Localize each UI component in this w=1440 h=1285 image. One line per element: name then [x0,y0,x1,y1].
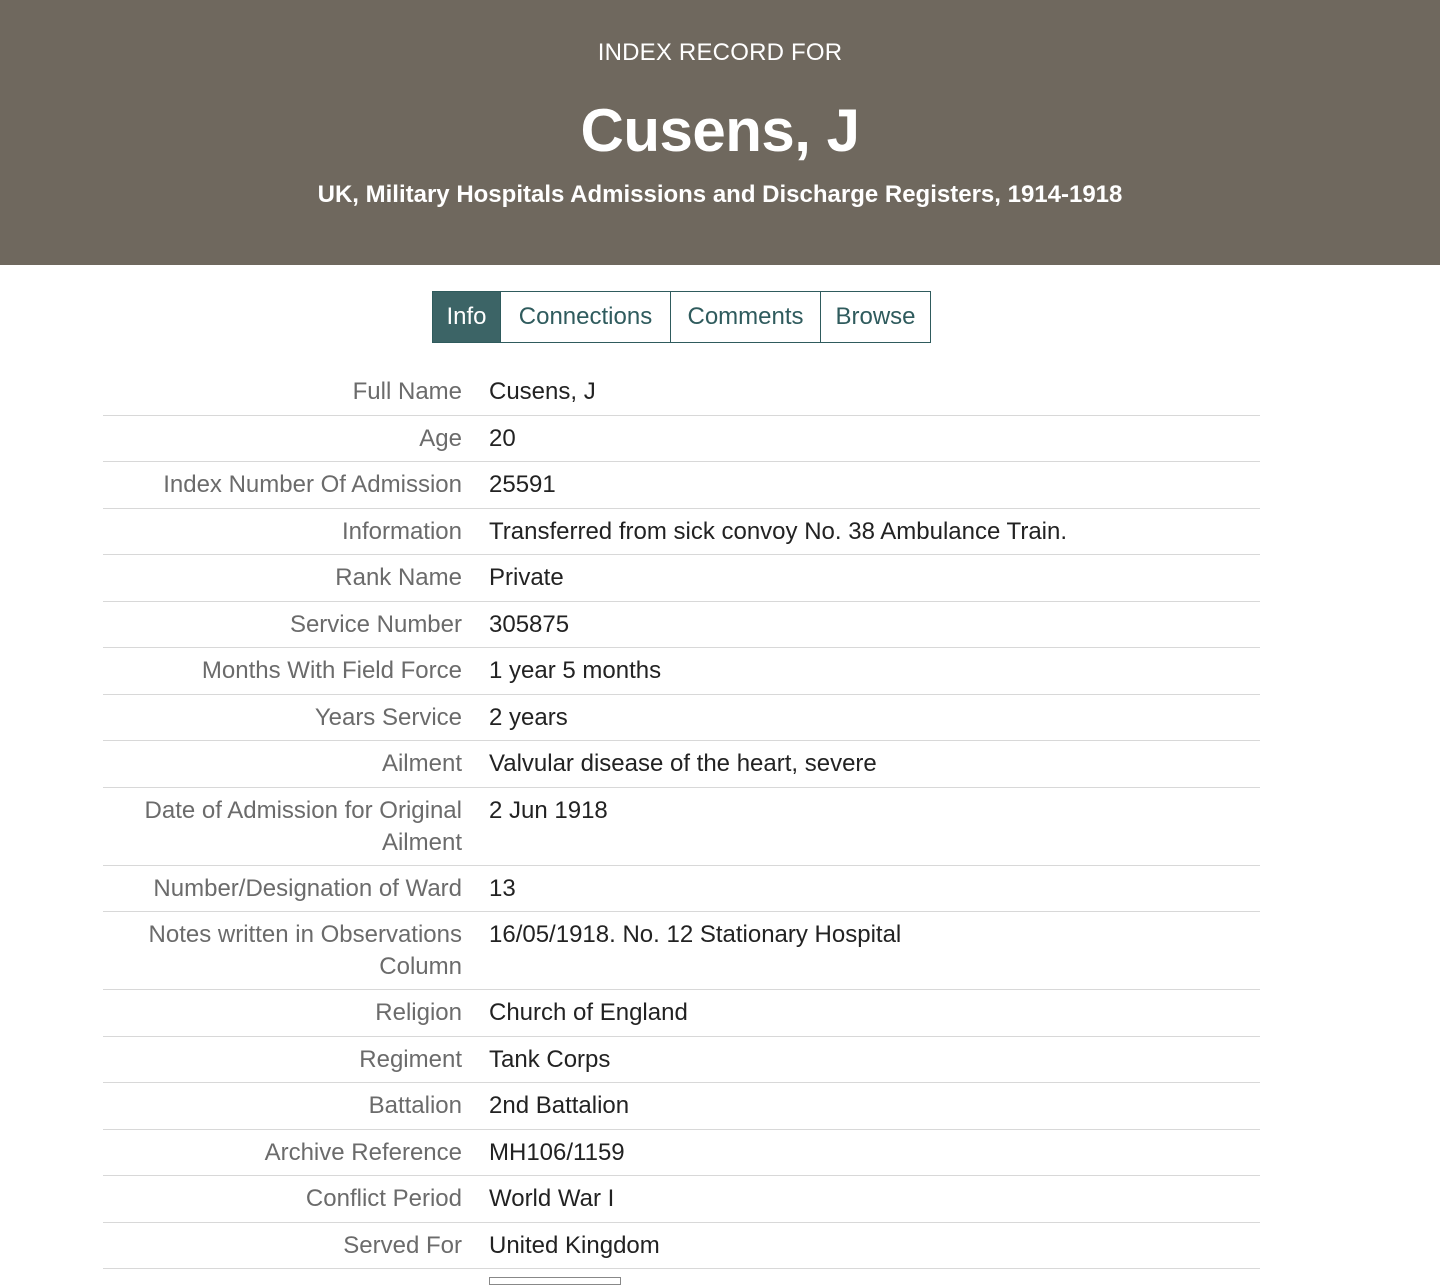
field-row-archive-reference: Archive Reference MH106/1159 [103,1130,1260,1176]
field-label: Ailment [381,750,462,777]
field-row-years-service: Years Service 2 years [103,695,1260,741]
field-label: Date of Admission for Original Ailment [144,796,462,856]
record-details-table: Full Name Cusens, J Age 20 Index Number … [103,369,1260,1269]
field-value: MH106/1159 [489,1138,625,1166]
record-eyebrow: INDEX RECORD FOR [597,39,843,66]
field-label: Full Name [352,378,462,405]
field-label: Months With Field Force [201,657,462,684]
tab-info[interactable]: Info [433,292,501,342]
field-value: 2 years [489,703,568,731]
field-value: Church of England [489,999,688,1026]
collection-title: UK, Military Hospitals Admissions and Di… [317,181,1123,208]
field-label: Religion [375,999,462,1026]
field-value: 16/05/1918. No. 12 Stationary Hospital [489,921,902,948]
field-row-full-name: Full Name Cusens, J [103,369,1260,416]
field-row-service-number: Service Number 305875 [103,602,1260,648]
field-row-conflict-period: Conflict Period World War I [103,1176,1260,1223]
field-label: Years Service [314,703,462,731]
field-row-age: Age 20 [103,416,1260,462]
field-value: 305875 [489,610,570,638]
field-value: Transferred from sick convoy No. 38 Ambu… [489,517,1068,545]
field-row-served-for: Served For United Kingdom [103,1223,1260,1269]
field-label: Regiment [359,1045,462,1073]
field-row-date-of-admission: Date of Admission for Original Ailment 2… [103,788,1260,866]
field-value: 20 [489,424,516,452]
field-label: Index Number Of Admission [163,471,462,498]
field-value: Valvular disease of the heart, severe [489,750,877,777]
field-label: Battalion [368,1092,462,1119]
field-row-regiment: Regiment Tank Corps [103,1037,1260,1083]
cut-off-button[interactable] [489,1277,621,1285]
field-label: Information [341,517,462,545]
record-title: Cusens, J [580,97,860,164]
field-value: 25591 [489,471,556,498]
field-row-battalion: Battalion 2nd Battalion [103,1083,1260,1130]
field-value: 13 [489,874,516,902]
field-value: 1 year 5 months [489,657,662,684]
field-row-ward: Number/Designation of Ward 13 [103,866,1260,912]
field-label: Number/Designation of Ward [153,874,462,902]
field-value: United Kingdom [489,1231,660,1259]
field-row-religion: Religion Church of England [103,990,1260,1037]
field-value: World War I [489,1185,615,1212]
field-row-ailment: Ailment Valvular disease of the heart, s… [103,741,1260,788]
field-label: Conflict Period [305,1185,462,1212]
field-row-index-number: Index Number Of Admission 25591 [103,462,1260,509]
field-label: Service Number [289,610,462,638]
field-row-information: Information Transferred from sick convoy… [103,509,1260,555]
field-value: 2 Jun 1918 [489,796,608,824]
tab-comments[interactable]: Comments [671,292,821,342]
field-value: Cusens, J [489,378,596,405]
field-value: 2nd Battalion [489,1092,630,1119]
record-tabs: Info Connections Comments Browse [432,291,931,343]
field-label: Archive Reference [264,1138,462,1166]
field-label: Rank Name [335,564,462,591]
tab-connections[interactable]: Connections [501,292,671,342]
field-label: Served For [343,1231,462,1259]
tab-browse[interactable]: Browse [821,292,930,342]
field-label: Notes written in Observations Column [148,921,462,980]
field-row-months-field-force: Months With Field Force 1 year 5 months [103,648,1260,695]
field-value: Tank Corps [489,1045,611,1073]
record-header: INDEX RECORD FOR Cusens, J UK, Military … [0,0,1440,265]
field-row-observations-notes: Notes written in Observations Column 16/… [103,912,1260,990]
field-label: Age [419,424,462,452]
field-row-rank-name: Rank Name Private [103,555,1260,602]
field-value: Private [489,564,564,591]
